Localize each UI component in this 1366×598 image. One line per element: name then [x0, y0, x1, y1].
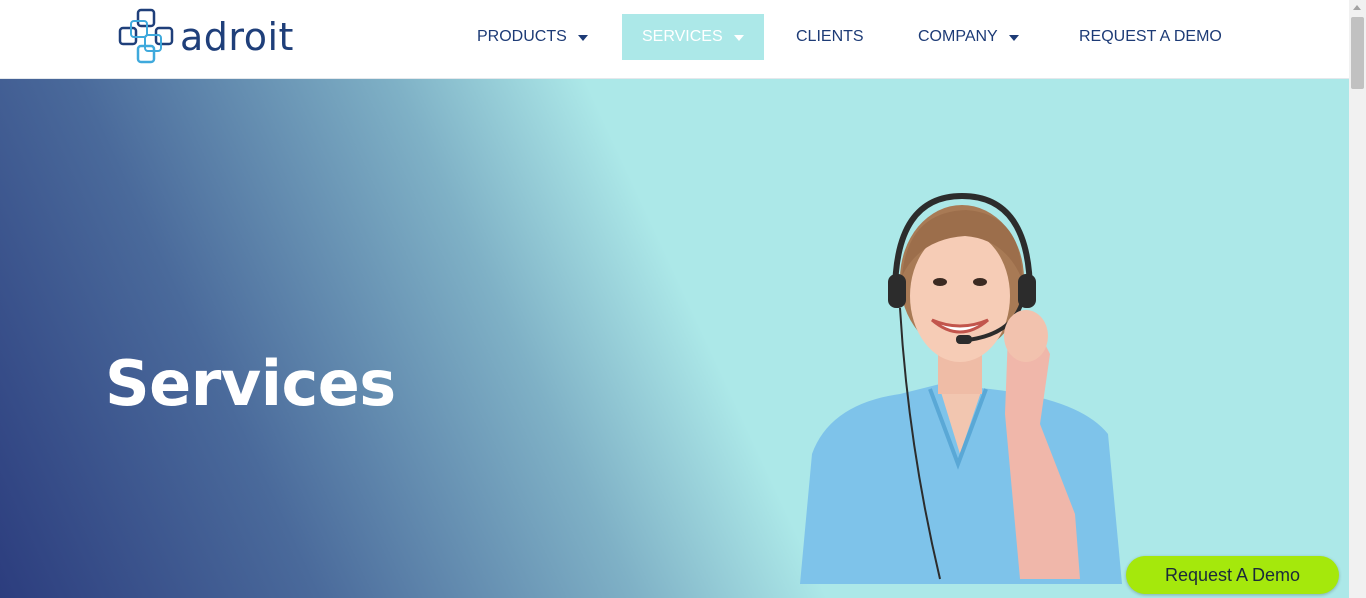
- chevron-down-icon: [577, 35, 588, 41]
- request-demo-floating-label: Request A Demo: [1164, 564, 1301, 585]
- scrollbar-thumb[interactable]: [1351, 17, 1364, 89]
- nav-clients[interactable]: CLIENTS: [796, 14, 864, 60]
- request-demo-floating-button[interactable]: Request A Demo: [1126, 556, 1339, 594]
- nav-clients-label: CLIENTS: [796, 28, 864, 45]
- hero-banner: Services: [0, 79, 1349, 598]
- page-title: Services: [105, 347, 396, 420]
- nav-request-demo[interactable]: REQUEST A DEMO: [1079, 14, 1222, 60]
- chevron-down-icon: [733, 35, 744, 41]
- brand-logo[interactable]: adroit: [118, 8, 293, 68]
- support-agent-image: [800, 192, 1122, 584]
- nav-company[interactable]: COMPANY: [918, 14, 1019, 60]
- nav-company-label: COMPANY: [918, 28, 998, 45]
- linked-squares-logo-icon: [118, 8, 174, 64]
- nav-services[interactable]: SERVICES: [622, 14, 764, 60]
- chevron-down-icon: [1008, 35, 1019, 41]
- site-header: adroit PRODUCTS SERVICES CLIENTS COMPANY…: [0, 0, 1349, 79]
- nav-services-label: SERVICES: [642, 28, 723, 45]
- page-scrollbar[interactable]: [1349, 0, 1366, 598]
- brand-name: adroit: [180, 15, 294, 59]
- nav-request-demo-label: REQUEST A DEMO: [1079, 28, 1222, 45]
- nav-products[interactable]: PRODUCTS: [477, 14, 588, 60]
- nav-products-label: PRODUCTS: [477, 28, 567, 45]
- scroll-up-icon[interactable]: [1353, 5, 1361, 10]
